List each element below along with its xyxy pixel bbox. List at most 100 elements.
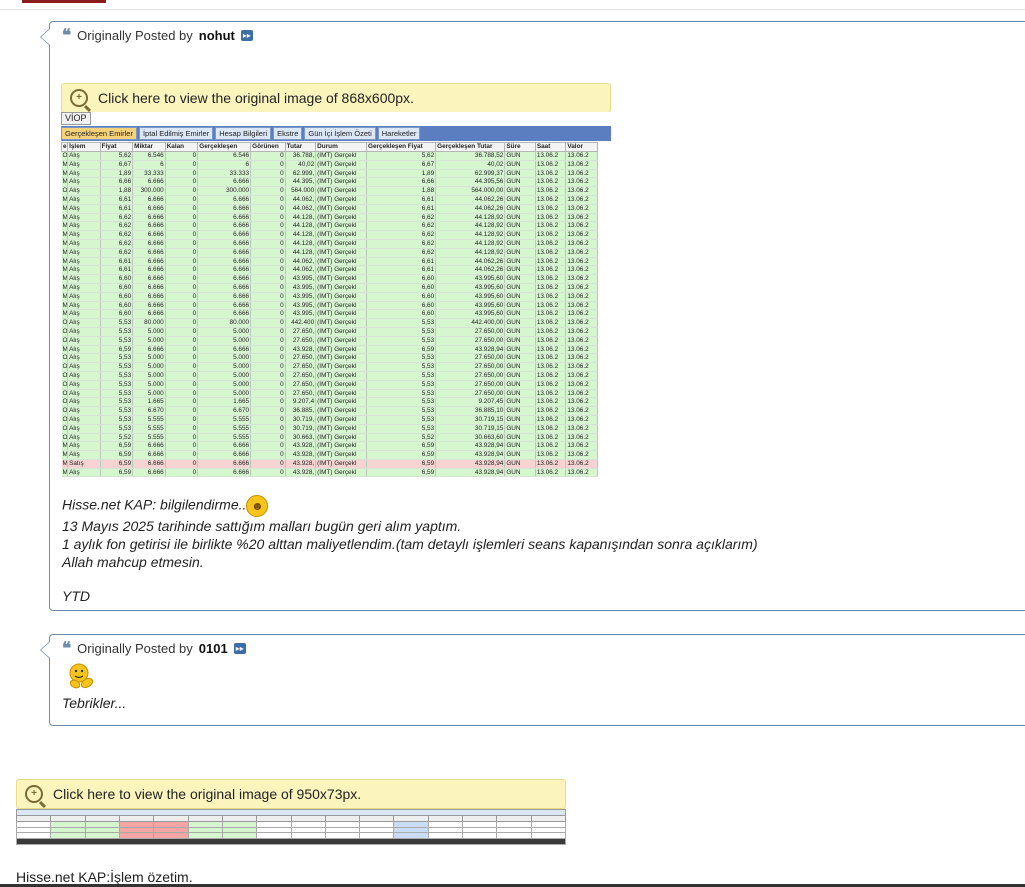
table-cell: Alış xyxy=(67,318,101,328)
table-cell: 43.995, xyxy=(285,301,317,311)
table-row[interactable]: M Alış 6,60 6.666 0 6.666 0 43.995, (İMT) Gerçek… xyxy=(61,283,598,293)
screenshot-tab[interactable]: Hesap Bilgileri xyxy=(215,127,272,140)
screenshot-tab[interactable]: Hareketler xyxy=(377,127,421,140)
table-row[interactable]: M Alış 6,62 6.666 0 6.666 0 44.128, (İMT) Gerçek… xyxy=(61,230,598,240)
column-header[interactable]: Durum xyxy=(315,142,368,152)
table-row[interactable]: M Alış 6,59 6.666 0 6.666 0 43.928, (İMT) Gerçek… xyxy=(61,441,598,452)
table-cell: 13.06.2 xyxy=(535,406,567,416)
table-row[interactable]: M Alış 6,60 6.666 0 6.666 0 43.995, (İMT) Gerçek… xyxy=(61,309,598,320)
table-row[interactable]: M Alış 6,62 6.666 0 6.666 0 44.128, (İMT) Gerçek… xyxy=(61,239,598,249)
trade-summary-screenshot[interactable] xyxy=(16,809,566,849)
table-cell: 0 xyxy=(165,186,199,196)
table-row[interactable]: M Alış 6,66 6.666 0 6.666 0 44.395, (İMT) Gerçek… xyxy=(61,177,598,188)
table-cell: 5.000 xyxy=(132,371,166,381)
table-cell: 27.650, xyxy=(285,389,317,399)
table-row[interactable]: M Alış 6,60 6.666 0 6.666 0 43.995, (İMT) Gerçek… xyxy=(61,274,598,284)
column-header[interactable]: Saat xyxy=(534,142,567,152)
table-cell: (İMT) Gerçekl xyxy=(315,239,368,249)
quote-author[interactable]: 0101 xyxy=(199,641,228,656)
table-cell: 30.719, xyxy=(285,424,317,434)
viop-tab: VİOP xyxy=(61,112,91,125)
column-header[interactable]: Fiyat xyxy=(99,142,134,152)
table-row[interactable]: O Alış 5,62 6.546 0 6.546 0 36.788, (İMT) Gerçek… xyxy=(61,151,598,161)
table-cell: 6,60 xyxy=(366,309,437,320)
column-header[interactable]: Süre xyxy=(504,142,536,152)
column-header[interactable]: Kalan xyxy=(164,142,199,152)
table-row[interactable]: O Alış 5,53 5.000 0 5.000 0 27.650, (İMT) Gerçek… xyxy=(61,327,598,337)
screenshot-tab[interactable]: Ekstre xyxy=(273,127,303,140)
table-cell: 1,88 xyxy=(366,186,437,196)
table-row[interactable]: O Alış 5,53 5.000 0 5.000 0 27.650, (İMT) Gerçek… xyxy=(61,353,598,364)
table-cell: 13.06.2 xyxy=(535,230,567,240)
go-to-post-icon[interactable]: ▸▸ xyxy=(233,643,246,654)
table-row[interactable]: O Alış 5,53 5.000 0 5.000 0 27.650, (İMT) Gerçek… xyxy=(61,336,598,346)
table-row[interactable]: O Alış 5,53 80.000 0 80.000 0 442.400 (İMT) Gerç… xyxy=(61,318,598,328)
table-cell: 13.06.2 xyxy=(535,309,567,320)
table-row[interactable]: M Alış 6,59 6.666 0 6.666 0 43.928, (İMT) Gerçek… xyxy=(61,468,598,478)
table-row[interactable]: O Alış 5,53 5.555 0 5.555 0 30.719, (İMT) Gerçek… xyxy=(61,424,598,434)
table-row[interactable]: M Alış 6,62 6.666 0 6.666 0 44.128, (İMT) Gerçek… xyxy=(61,221,598,232)
view-original-image-link[interactable]: + Click here to view the original image … xyxy=(16,779,566,809)
table-row[interactable]: M Alış 6,59 6.666 0 6.666 0 43.928, (İMT) Gerçek… xyxy=(61,345,598,355)
table-row[interactable]: M Satış 6,59 6.666 0 6.666 0 43.928, (İMT) Gerçe… xyxy=(61,459,598,469)
table-cell: 13.06.2 xyxy=(565,230,598,240)
table-row[interactable]: M Alış 6,67 6 0 6 0 40,02 (İMT) Gerçekl 6,67 40,02… xyxy=(61,160,598,170)
table-cell: Alış xyxy=(67,257,101,267)
table-row[interactable]: O Alış 5,53 5.000 0 5.000 0 27.650, (İMT) Gerçek… xyxy=(61,371,598,381)
screenshot-tab[interactable]: İptal Edilmiş Emirler xyxy=(138,127,214,140)
table-row[interactable]: O Alış 5,53 5.000 0 5.000 0 27.650, (İMT) Gerçek… xyxy=(61,362,598,372)
table-cell: (İMT) Gerçekl xyxy=(315,336,368,346)
column-header[interactable]: Gerçekleşen Tutar xyxy=(435,142,506,152)
table-cell: GUN xyxy=(504,459,536,469)
screenshot-tab[interactable]: Gün İçi İşlem Özeti xyxy=(304,127,376,140)
table-cell: 0 xyxy=(250,389,286,399)
table-row[interactable]: M Alış 6,62 6.666 0 6.666 0 44.128, (İMT) Gerçek… xyxy=(61,213,598,223)
table-row[interactable]: O Alış 5,52 5.555 0 5.555 0 30.663, (İMT) Gerçek… xyxy=(61,433,598,443)
table-cell: 43.928,94 xyxy=(435,345,506,355)
table-row[interactable]: O Alış 1,88 300.000 0 300.000 0 564.000 (İMT) Ge… xyxy=(61,186,598,196)
column-header[interactable]: Valor xyxy=(565,142,598,152)
table-cell: 6,59 xyxy=(366,441,437,452)
column-header[interactable]: Gerçekleşen xyxy=(197,142,252,152)
go-to-post-icon[interactable]: ▸▸ xyxy=(240,30,253,41)
quote-author[interactable]: nohut xyxy=(199,28,235,43)
table-cell: 30.663,60 xyxy=(435,433,506,443)
column-header[interactable]: İşlem xyxy=(67,142,101,152)
table-row[interactable]: M Alış 6,59 6.666 0 6.666 0 43.928, (İMT) Gerçek… xyxy=(61,450,598,460)
table-cell: 13.06.2 xyxy=(535,318,567,328)
table-row[interactable]: O Alış 5,53 6.670 0 6.670 0 36.885, (İMT) Gerçek… xyxy=(61,406,598,416)
table-row[interactable]: M Alış 1,89 33.333 0 33.333 0 62.999, (İMT) Gerç… xyxy=(61,169,598,179)
table-cell: 6.666 xyxy=(132,257,166,267)
table-row[interactable]: M Alış 6,61 6.666 0 6.666 0 44.062, (İMT) Gerçek… xyxy=(61,265,598,276)
table-row[interactable]: O Alış 5,53 1.665 0 1.665 0 9.207,4 (İMT) Gerçek… xyxy=(61,397,598,408)
screenshot-tab[interactable]: Gerçekleşen Emirler xyxy=(61,127,137,140)
table-row[interactable]: O Alış 5,53 5.000 0 5.000 0 27.650, (İMT) Gerçek… xyxy=(61,380,598,390)
table-cell: 13.06.2 xyxy=(565,248,598,258)
table-cell: GUN xyxy=(504,274,536,284)
column-header[interactable]: Gerçekleşen Fiyat xyxy=(366,142,437,152)
table-cell: (İMT) Gerçekl xyxy=(315,213,368,223)
table-cell: 13.06.2 xyxy=(565,213,598,223)
table-cell: 62.999, xyxy=(285,169,317,179)
table-cell: 0 xyxy=(165,468,199,478)
top-border xyxy=(0,0,1025,10)
column-header[interactable]: Miktar xyxy=(132,142,166,152)
table-row[interactable]: M Alış 6,60 6.666 0 6.666 0 43.995, (İMT) Gerçek… xyxy=(61,292,598,302)
table-cell: O xyxy=(61,371,69,381)
table-row[interactable]: M Alış 6,60 6.666 0 6.666 0 43.995, (İMT) Gerçek… xyxy=(61,301,598,311)
table-row[interactable]: M Alış 6,61 6.666 0 6.666 0 44.062, (İMT) Gerçek… xyxy=(61,204,598,214)
table-cell: 13.06.2 xyxy=(565,371,598,381)
table-row[interactable]: M Alış 6,61 6.666 0 6.666 0 44.062, (İMT) Gerçek… xyxy=(61,257,598,267)
table-row[interactable]: M Alış 6,61 6.666 0 6.666 0 44.062, (İMT) Gerçek… xyxy=(61,195,598,205)
table-cell: 43.995, xyxy=(285,292,317,302)
column-header[interactable]: Tutar xyxy=(284,142,317,152)
column-header[interactable]: Görünen xyxy=(250,142,286,152)
table-row[interactable]: O Alış 5,53 5.000 0 5.000 0 27.650, (İMT) Gerçek… xyxy=(61,389,598,399)
view-original-image-link[interactable]: + Click here to view the original image … xyxy=(61,83,611,113)
table-cell: 27.650, xyxy=(285,380,317,390)
table-cell: 80.000 xyxy=(197,318,252,328)
table-row[interactable]: M Alış 6,62 6.666 0 6.666 0 44.128, (İMT) Gerçek… xyxy=(61,248,598,258)
table-cell: O xyxy=(61,433,69,443)
broker-orders-screenshot[interactable]: VİOP Gerçekleşen Emirler İptal Edilmiş Em… xyxy=(61,112,611,490)
table-row[interactable]: O Alış 5,53 5.555 0 5.555 0 30.719, (İMT) Gerçek… xyxy=(61,415,598,425)
